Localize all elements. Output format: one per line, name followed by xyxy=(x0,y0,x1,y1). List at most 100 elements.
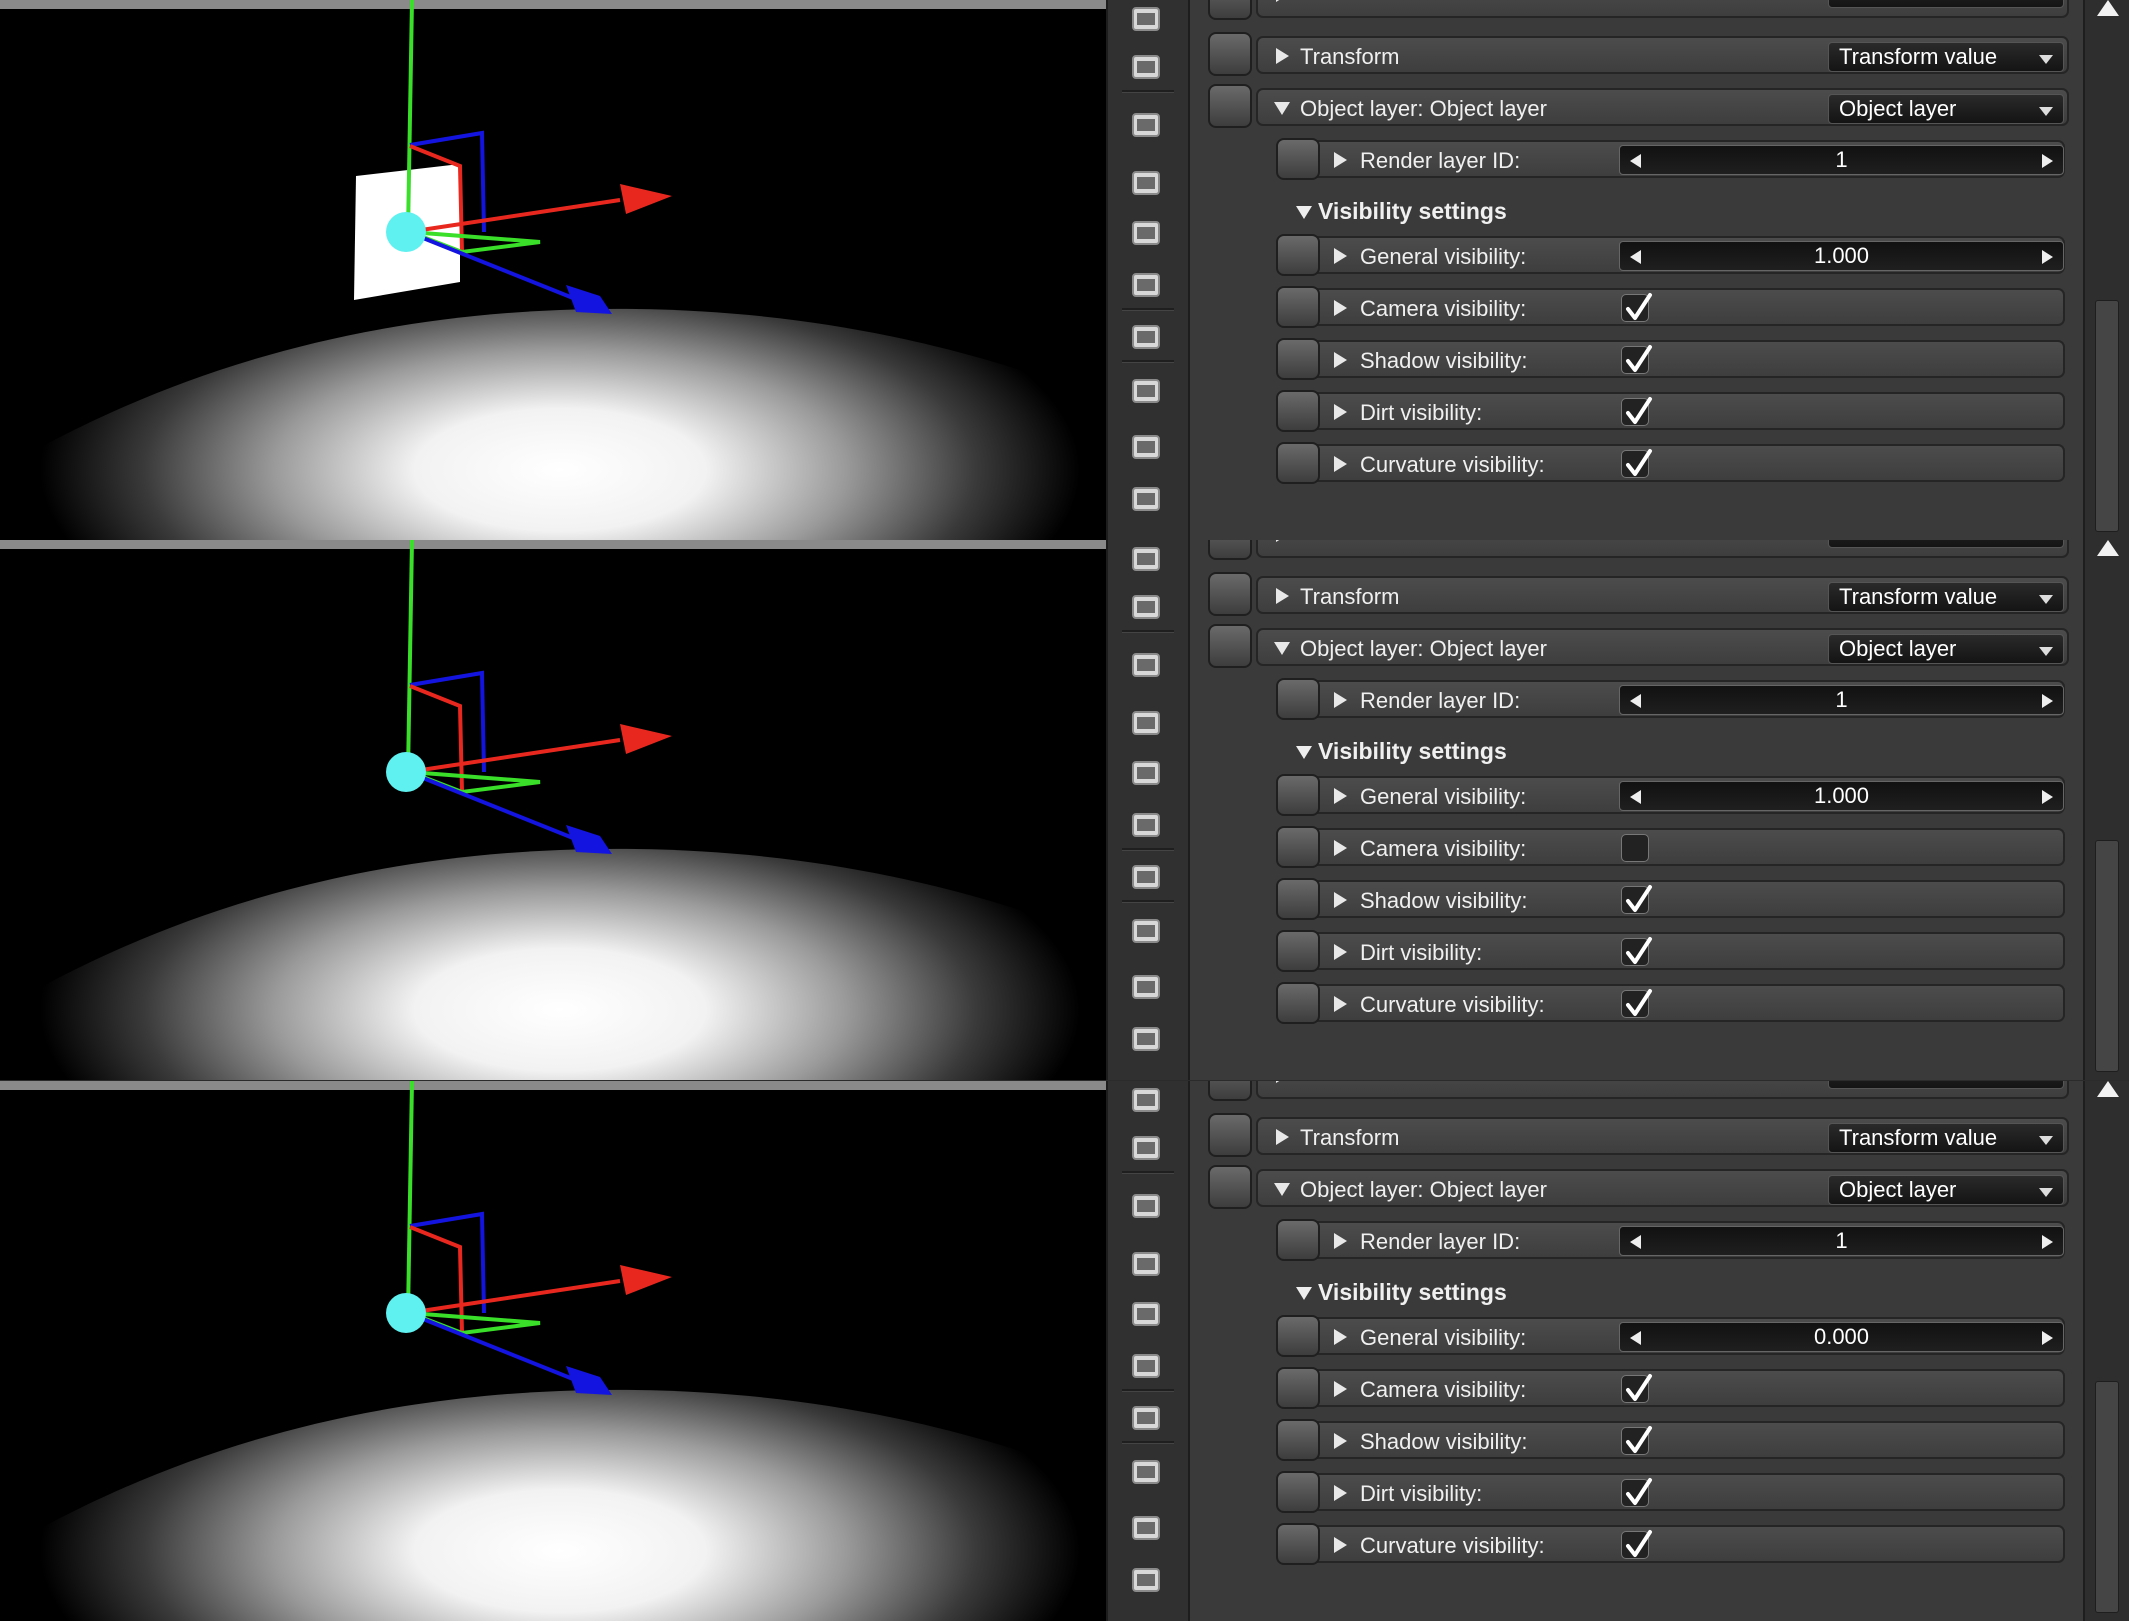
expand-icon[interactable] xyxy=(1334,1329,1347,1345)
transform-dropdown[interactable]: Transform value xyxy=(1828,1123,2064,1153)
curvature-visibility-checkbox[interactable] xyxy=(1621,989,1652,1018)
dirt-visibility-row[interactable]: Dirt visibility: xyxy=(1276,390,2065,432)
expand-icon[interactable] xyxy=(1334,944,1347,960)
curvature-visibility-row[interactable]: Curvature visibility: xyxy=(1276,982,2065,1024)
image-icon[interactable] xyxy=(1130,110,1162,140)
paint-icon[interactable] xyxy=(1130,862,1162,892)
scroll-thumb[interactable] xyxy=(2095,300,2119,532)
pivot-handle[interactable] xyxy=(386,752,426,792)
camera-icon[interactable] xyxy=(1130,1249,1162,1279)
collapse-icon[interactable] xyxy=(1274,1183,1290,1196)
render-viewport[interactable] xyxy=(0,0,1106,540)
emission-dropdown[interactable]: Texture emission xyxy=(1828,1081,2064,1089)
increment-icon[interactable] xyxy=(2042,154,2053,168)
curvature-visibility-row[interactable]: Curvature visibility: xyxy=(1276,1523,2065,1565)
curvature-visibility-checkbox[interactable] xyxy=(1621,1530,1652,1559)
expand-icon[interactable] xyxy=(1334,996,1347,1012)
object-layer-row[interactable]: Object layer: Object layer Object layer xyxy=(1208,84,2069,128)
material-icon[interactable] xyxy=(1130,1351,1162,1381)
object-layer-dropdown[interactable]: Object layer xyxy=(1828,94,2064,124)
decrement-icon[interactable] xyxy=(1630,790,1641,804)
expand-icon[interactable] xyxy=(1276,1129,1289,1145)
emission-row[interactable]: Emission Texture emission xyxy=(1208,0,2069,20)
x-axis-arrow[interactable] xyxy=(620,1265,672,1295)
general-visibility-row[interactable]: General visibility: 1.000 xyxy=(1276,774,2065,816)
render-layer-stepper[interactable]: 1 xyxy=(1619,145,2064,175)
collapse-icon[interactable] xyxy=(1296,746,1312,760)
z-plane-handle[interactable] xyxy=(409,670,486,773)
paint-icon[interactable] xyxy=(1130,1403,1162,1433)
increment-icon[interactable] xyxy=(2042,1235,2053,1249)
nodes-icon[interactable] xyxy=(1130,592,1162,622)
expand-icon[interactable] xyxy=(1276,48,1289,64)
material-icon[interactable] xyxy=(1130,270,1162,300)
scroll-up-icon[interactable] xyxy=(2097,0,2119,16)
emission-dropdown[interactable]: Texture emission xyxy=(1828,540,2064,548)
general-visibility-row[interactable]: General visibility: 1.000 xyxy=(1276,234,2065,276)
increment-icon[interactable] xyxy=(2042,250,2053,264)
expand-icon[interactable] xyxy=(1334,152,1347,168)
scroll-up-icon[interactable] xyxy=(2097,1081,2119,1097)
camera-icon[interactable] xyxy=(1130,708,1162,738)
inspector-scrollbar[interactable] xyxy=(2083,0,2129,540)
image-icon[interactable] xyxy=(1130,650,1162,680)
increment-icon[interactable] xyxy=(2042,790,2053,804)
nodes-icon[interactable] xyxy=(1130,1133,1162,1163)
visibility-settings-header[interactable]: Visibility settings xyxy=(1296,198,1507,225)
render-target-icon[interactable] xyxy=(1130,376,1162,406)
collapse-icon[interactable] xyxy=(1296,1287,1312,1301)
collapse-icon[interactable] xyxy=(1274,642,1290,655)
decrement-icon[interactable] xyxy=(1630,250,1641,264)
shadow-visibility-row[interactable]: Shadow visibility: xyxy=(1276,338,2065,380)
render-target-icon[interactable] xyxy=(1130,1457,1162,1487)
clock-icon[interactable] xyxy=(1130,1513,1162,1543)
general-visibility-stepper[interactable]: 0.000 xyxy=(1619,1322,2064,1352)
expand-icon[interactable] xyxy=(1334,352,1347,368)
camera-visibility-checkbox[interactable] xyxy=(1621,834,1649,862)
render-target-icon[interactable] xyxy=(1130,916,1162,946)
layers-icon[interactable] xyxy=(1130,544,1162,574)
camera-visibility-checkbox[interactable] xyxy=(1621,1374,1652,1403)
shadow-visibility-checkbox[interactable] xyxy=(1621,345,1652,374)
shadow-visibility-row[interactable]: Shadow visibility: xyxy=(1276,1419,2065,1461)
curvature-visibility-row[interactable]: Curvature visibility: xyxy=(1276,442,2065,484)
transform-row[interactable]: Transform Transform value xyxy=(1208,572,2069,616)
render-layer-row[interactable]: Render layer ID: 1 xyxy=(1276,138,2065,180)
render-layer-row[interactable]: Render layer ID: 1 xyxy=(1276,678,2065,720)
paint-icon[interactable] xyxy=(1130,322,1162,352)
x-axis-arrow[interactable] xyxy=(620,184,672,214)
layers-icon[interactable] xyxy=(1130,1085,1162,1115)
object-layer-row[interactable]: Object layer: Object layer Object layer xyxy=(1208,624,2069,668)
decrement-icon[interactable] xyxy=(1630,1235,1641,1249)
render-layer-stepper[interactable]: 1 xyxy=(1619,685,2064,715)
y-axis-handle[interactable] xyxy=(406,1081,414,1314)
material-icon[interactable] xyxy=(1130,810,1162,840)
decrement-icon[interactable] xyxy=(1630,154,1641,168)
visibility-settings-header[interactable]: Visibility settings xyxy=(1296,1279,1507,1306)
transform-icon[interactable] xyxy=(1130,484,1162,514)
x-axis-handle[interactable] xyxy=(407,738,621,774)
camera-icon[interactable] xyxy=(1130,168,1162,198)
transform-row[interactable]: Transform Transform value xyxy=(1208,32,2069,76)
transform-dropdown[interactable]: Transform value xyxy=(1828,42,2064,72)
pivot-handle[interactable] xyxy=(386,1293,426,1333)
shadow-visibility-checkbox[interactable] xyxy=(1621,1426,1652,1455)
pivot-handle[interactable] xyxy=(386,212,426,252)
expand-icon[interactable] xyxy=(1334,692,1347,708)
transform-icon[interactable] xyxy=(1130,1024,1162,1054)
increment-icon[interactable] xyxy=(2042,694,2053,708)
x-axis-arrow[interactable] xyxy=(620,724,672,754)
general-visibility-row[interactable]: General visibility: 0.000 xyxy=(1276,1315,2065,1357)
expand-icon[interactable] xyxy=(1334,404,1347,420)
object-layer-dropdown[interactable]: Object layer xyxy=(1828,634,2064,664)
node-inspector[interactable]: Emission Texture emission Transform Tran… xyxy=(1190,540,2129,1080)
node-inspector[interactable]: Emission Texture emission Transform Tran… xyxy=(1190,1081,2129,1621)
expand-icon[interactable] xyxy=(1334,456,1347,472)
clock-icon[interactable] xyxy=(1130,972,1162,1002)
decrement-icon[interactable] xyxy=(1630,694,1641,708)
x-axis-handle[interactable] xyxy=(407,1279,621,1315)
layers-icon[interactable] xyxy=(1130,4,1162,34)
expand-icon[interactable] xyxy=(1276,540,1289,542)
expand-icon[interactable] xyxy=(1276,588,1289,604)
collapse-icon[interactable] xyxy=(1296,206,1312,220)
